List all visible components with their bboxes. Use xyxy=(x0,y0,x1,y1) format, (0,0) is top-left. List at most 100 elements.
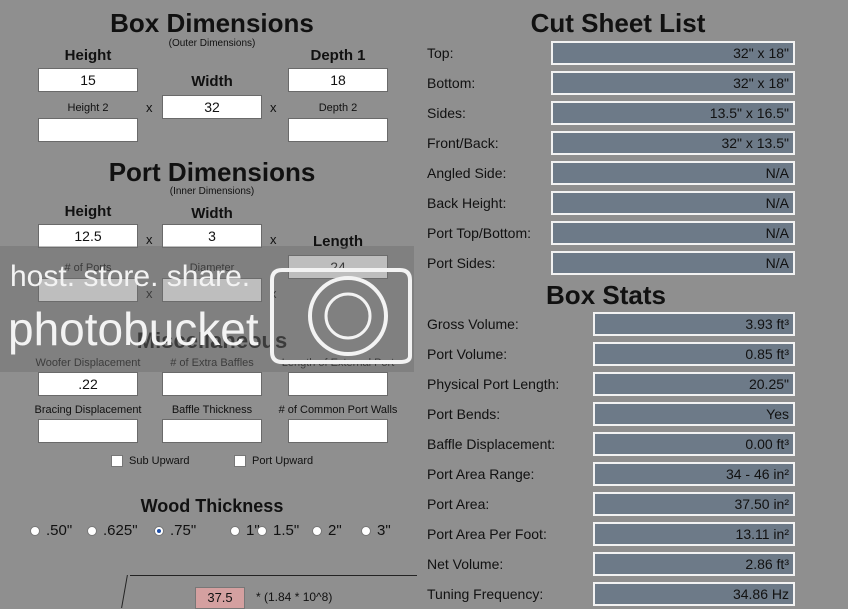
box-stat-value[interactable]: Yes xyxy=(593,402,795,426)
baffle-thickness-input[interactable] xyxy=(162,419,262,443)
times-sign: x xyxy=(270,232,277,247)
box-depth1-input[interactable]: 18 xyxy=(288,68,388,92)
radio-dot[interactable] xyxy=(154,525,164,536)
calc-formula: * (1.84 * 10^8) xyxy=(256,590,333,604)
sub-upward-checkbox[interactable]: Sub Upward xyxy=(111,455,190,467)
bracing-displacement-input[interactable] xyxy=(38,419,138,443)
box-stat-label: Net Volume: xyxy=(427,556,504,572)
cut-sheet-value[interactable]: 32" x 18" xyxy=(551,71,795,95)
box-stat-label: Gross Volume: xyxy=(427,316,519,332)
box-stat-value[interactable]: 34 - 46 in² xyxy=(593,462,795,486)
wood-thickness-radio[interactable]: 1" xyxy=(230,522,260,539)
wood-thickness-title: Wood Thickness xyxy=(140,496,284,516)
wood-thickness-options: .50" .625" .75" 1" 1.5" 2" 3" xyxy=(30,522,410,542)
radio-dot[interactable] xyxy=(87,525,97,536)
radio-label: 2" xyxy=(328,522,342,539)
woofer-displacement-input[interactable]: .22 xyxy=(38,372,138,396)
box-width-label: Width xyxy=(191,73,233,90)
box-stat-label: Baffle Displacement: xyxy=(427,436,556,452)
times-sign: x xyxy=(270,100,277,115)
box-stat-value[interactable]: 3.93 ft³ xyxy=(593,312,795,336)
box-stat-label: Port Volume: xyxy=(427,346,508,362)
radio-dot[interactable] xyxy=(257,525,267,536)
checkbox-box[interactable] xyxy=(111,455,123,467)
times-sign: x xyxy=(146,232,153,247)
box-depth2-input[interactable] xyxy=(288,118,388,142)
cut-sheet-value[interactable]: 32" x 13.5" xyxy=(551,131,795,155)
box-height-label: Height xyxy=(64,47,112,64)
external-port-length-input[interactable] xyxy=(288,372,388,396)
cut-sheet-label: Sides: xyxy=(427,105,466,121)
cut-sheet-value[interactable]: 32" x 18" xyxy=(551,41,795,65)
port-height-input[interactable]: 12.5 xyxy=(38,224,138,248)
cut-sheet-label: Bottom: xyxy=(427,75,476,91)
radio-label: 3" xyxy=(377,522,391,539)
box-height-input[interactable]: 15 xyxy=(38,68,138,92)
divider-line xyxy=(130,575,417,576)
sub-upward-label: Sub Upward xyxy=(129,455,190,467)
wood-thickness-radio[interactable]: 1.5" xyxy=(257,522,299,539)
box-stat-value[interactable]: 37.50 in² xyxy=(593,492,795,516)
calc-value-field[interactable]: 37.5 xyxy=(195,587,245,609)
bracing-displacement-label: Bracing Displacement xyxy=(34,404,142,416)
times-sign: x xyxy=(146,100,153,115)
box-stat-label: Port Area: xyxy=(427,496,490,512)
port-width-input[interactable]: 3 xyxy=(162,224,262,248)
radio-label: .625" xyxy=(103,522,138,539)
box-width-input[interactable]: 32 xyxy=(162,95,262,119)
cut-sheet-value[interactable]: 13.5" x 16.5" xyxy=(551,101,795,125)
port-width-label: Width xyxy=(191,205,233,222)
box-depth1-label: Depth 1 xyxy=(310,47,366,64)
baffle-thickness-label: Baffle Thickness xyxy=(171,404,253,416)
radio-dot[interactable] xyxy=(30,525,40,536)
port-upward-checkbox[interactable]: Port Upward xyxy=(234,455,313,467)
checkbox-box[interactable] xyxy=(234,455,246,467)
common-port-walls-label: # of Common Port Walls xyxy=(278,404,398,416)
cut-sheet-title: Cut Sheet List xyxy=(530,8,706,38)
wood-thickness-radio[interactable]: 3" xyxy=(361,522,391,539)
cut-sheet-value[interactable]: N/A xyxy=(551,191,795,215)
camera-lens-icon xyxy=(270,268,412,364)
cut-sheet-label: Front/Back: xyxy=(427,135,499,151)
box-height2-input[interactable] xyxy=(38,118,138,142)
box-stat-value[interactable]: 2.86 ft³ xyxy=(593,552,795,576)
extra-baffles-input[interactable] xyxy=(162,372,262,396)
radio-dot[interactable] xyxy=(230,525,240,536)
wood-thickness-radio[interactable]: .50" xyxy=(30,522,72,539)
radio-label: .75" xyxy=(170,522,197,539)
box-stats-title: Box Stats xyxy=(546,280,666,310)
cut-sheet-value[interactable]: N/A xyxy=(551,221,795,245)
radio-label: 1.5" xyxy=(273,522,300,539)
radio-dot[interactable] xyxy=(312,525,322,536)
wood-thickness-radio[interactable]: .75" xyxy=(154,522,196,539)
box-stat-label: Tuning Frequency: xyxy=(427,586,544,602)
cut-sheet-label: Back Height: xyxy=(427,195,507,211)
cut-sheet-value[interactable]: N/A xyxy=(551,161,795,185)
common-port-walls-input[interactable] xyxy=(288,419,388,443)
curve-line xyxy=(121,575,128,608)
box-stat-value[interactable]: 13.11 in² xyxy=(593,522,795,546)
box-height2-label: Height 2 xyxy=(67,102,109,114)
box-depth2-label: Depth 2 xyxy=(318,102,358,114)
box-stat-label: Port Area Range: xyxy=(427,466,535,482)
box-stat-label: Port Area Per Foot: xyxy=(427,526,547,542)
watermark-overlay: host. store. share. photobucket xyxy=(0,246,414,372)
cut-sheet-value[interactable]: N/A xyxy=(551,251,795,275)
cut-sheet-label: Angled Side: xyxy=(427,165,507,181)
box-stat-value[interactable]: 0.85 ft³ xyxy=(593,342,795,366)
port-upward-label: Port Upward xyxy=(252,455,314,467)
port-dimensions-title: Port Dimensions xyxy=(108,157,316,187)
cut-sheet-label: Top: xyxy=(427,45,454,61)
cut-sheet-label: Port Top/Bottom: xyxy=(427,225,532,241)
box-stat-value[interactable]: 34.86 Hz xyxy=(593,582,795,606)
wood-thickness-radio[interactable]: .625" xyxy=(87,522,138,539)
box-stat-label: Port Bends: xyxy=(427,406,501,422)
watermark-logo-text: photobucket xyxy=(8,303,259,355)
radio-dot[interactable] xyxy=(361,525,371,536)
box-stat-value[interactable]: 20.25" xyxy=(593,372,795,396)
radio-label: .50" xyxy=(46,522,73,539)
box-stat-label: Physical Port Length: xyxy=(427,376,560,392)
watermark-tagline: host. store. share. xyxy=(10,260,251,293)
wood-thickness-radio[interactable]: 2" xyxy=(312,522,342,539)
box-stat-value[interactable]: 0.00 ft³ xyxy=(593,432,795,456)
